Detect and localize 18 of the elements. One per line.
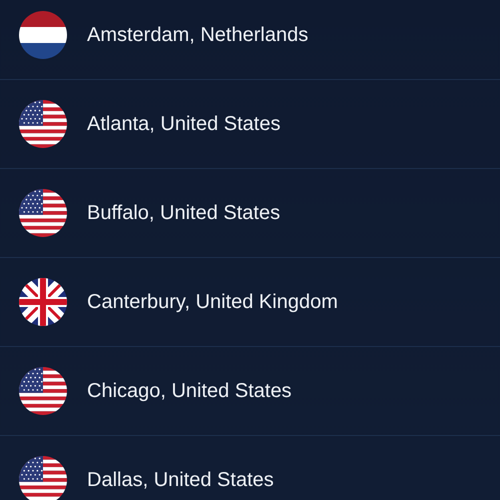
location-name: Chicago, United States — [87, 380, 292, 402]
location-item[interactable]: Atlanta, United States — [0, 80, 500, 169]
us-flag-icon — [19, 456, 67, 500]
netherlands-flag-icon — [19, 11, 67, 59]
location-item[interactable]: Canterbury, United Kingdom — [0, 258, 500, 347]
us-flag-icon — [19, 100, 67, 148]
location-item[interactable]: Chicago, United States — [0, 347, 500, 436]
location-name: Atlanta, United States — [87, 112, 280, 136]
location-item[interactable]: Amsterdam, Netherlands — [0, 0, 500, 80]
uk-flag-icon — [19, 278, 67, 326]
location-item[interactable]: Buffalo, United States — [0, 169, 500, 258]
us-flag-icon — [19, 189, 67, 237]
location-name: Dallas, United States — [87, 468, 274, 492]
us-flag-icon — [19, 367, 67, 415]
location-name: Buffalo, United States — [87, 202, 280, 224]
location-name: Canterbury, United Kingdom — [87, 290, 338, 314]
location-name: Amsterdam, Netherlands — [87, 24, 308, 46]
location-item[interactable]: Dallas, United States — [0, 436, 500, 500]
